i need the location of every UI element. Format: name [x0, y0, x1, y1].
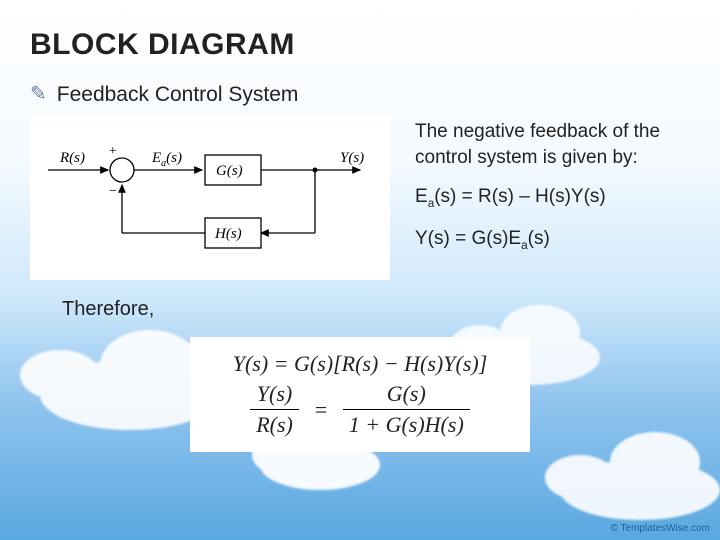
block-diagram: R(s) + − Ea(s) G(s) Y(s)	[30, 115, 390, 280]
description-text: The negative feedback of the control sys…	[415, 119, 690, 170]
diagram-g-block: G(s)	[216, 163, 243, 179]
content-row: R(s) + − Ea(s) G(s) Y(s)	[30, 115, 690, 280]
diagram-output-label: Y(s)	[340, 150, 364, 166]
diagram-h-block: H(s)	[214, 226, 242, 242]
derivation-box: Y(s) = G(s)[R(s) − H(s)Y(s)] Y(s) R(s) =…	[190, 337, 530, 452]
subtitle-text: Feedback Control System	[57, 83, 299, 107]
diagram-input-label: R(s)	[59, 150, 85, 166]
description-column: The negative feedback of the control sys…	[415, 115, 690, 280]
watermark: © TemplatesWise.com	[611, 523, 710, 534]
diagram-error-label: Ea(s)	[151, 150, 182, 169]
derivation-line-1: Y(s) = G(s)[R(s) − H(s)Y(s)]	[204, 351, 516, 377]
subtitle-row: ✎ Feedback Control System	[30, 82, 690, 107]
equation-2: Y(s) = G(s)Ea(s)	[415, 226, 690, 254]
slide-content: BLOCK DIAGRAM ✎ Feedback Control System …	[0, 0, 720, 452]
therefore-label: Therefore,	[62, 298, 690, 321]
plus-sign: +	[108, 144, 117, 159]
equation-1: Ea(s) = R(s) – H(s)Y(s)	[415, 184, 690, 212]
minus-sign: −	[108, 184, 117, 199]
cloud-decoration	[560, 460, 720, 520]
page-title: BLOCK DIAGRAM	[30, 28, 690, 62]
bullet-icon: ✎	[30, 81, 47, 106]
derivation-line-2: Y(s) R(s) = G(s) 1 + G(s)H(s)	[204, 381, 516, 438]
